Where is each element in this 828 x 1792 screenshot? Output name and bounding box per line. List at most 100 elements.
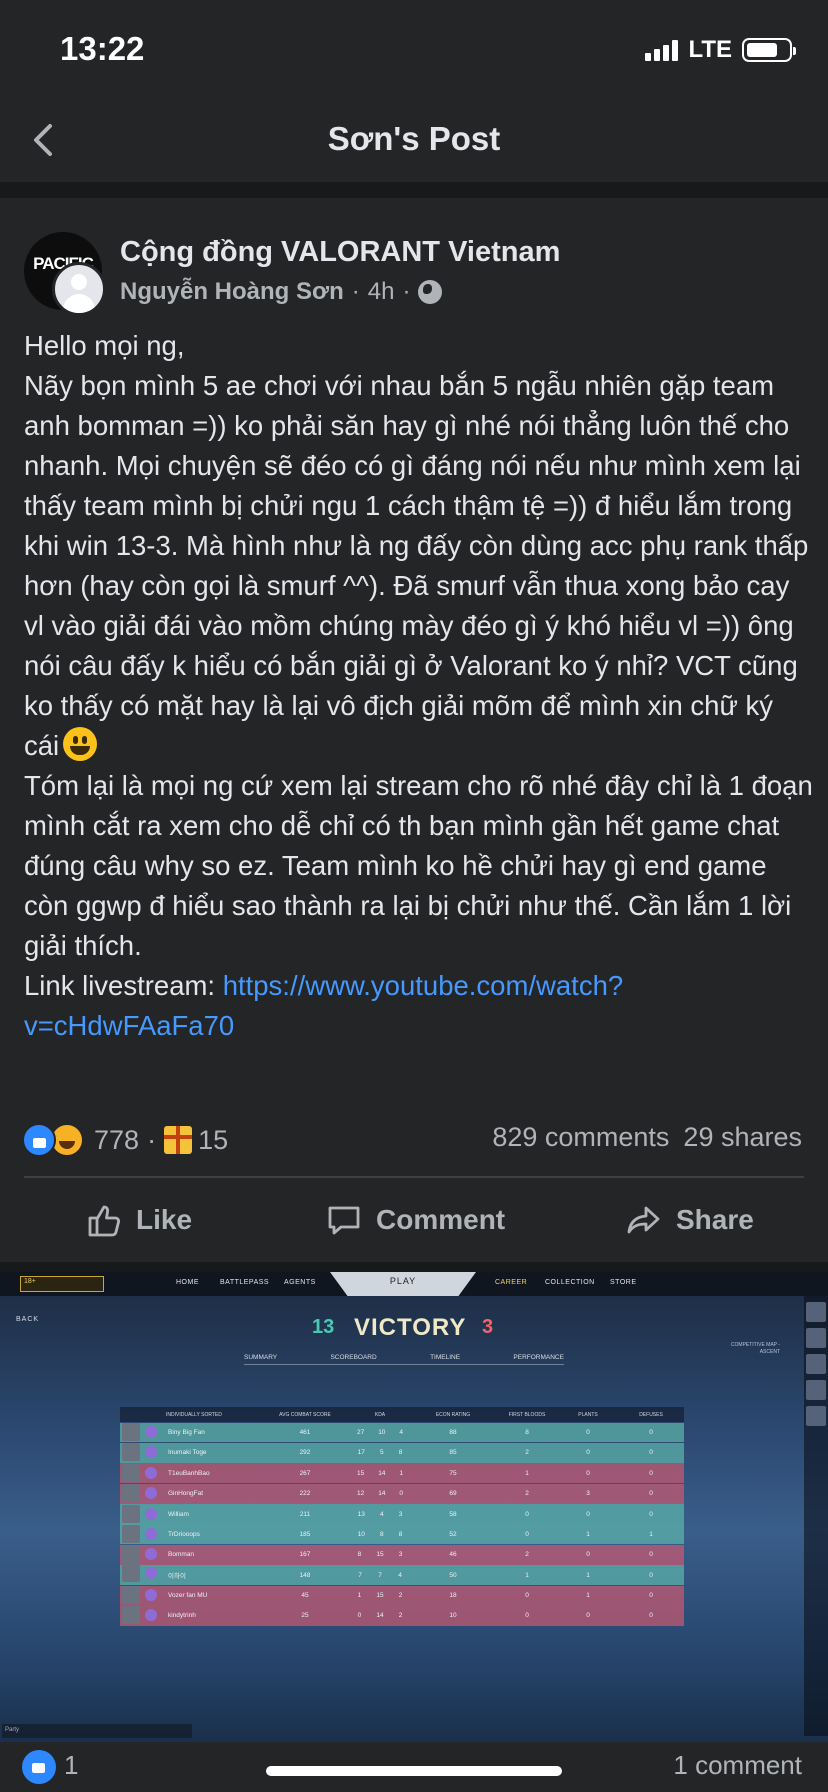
cell-plants: 0 xyxy=(586,1449,590,1457)
game-top-bar: 18+ HOME BATTLEPASS AGENTS PLAY CAREER C… xyxy=(0,1272,828,1296)
cell-acs: 292 xyxy=(299,1449,311,1457)
kda-d: 14 xyxy=(378,1469,386,1477)
cell-econ: 52 xyxy=(449,1530,457,1538)
header-cell: ECON RATING xyxy=(435,1411,471,1418)
cell-name: Bomman xyxy=(120,1545,260,1564)
cell-kda: 10 8 8 xyxy=(350,1531,410,1538)
party-chat: Party xyxy=(2,1724,192,1738)
cell-plants: 1 xyxy=(586,1571,590,1579)
cell-plants: 0 xyxy=(586,1551,590,1559)
share-button[interactable]: Share xyxy=(624,1200,754,1240)
table-row: Biny Big Fan 461 27 10 4 88 8 0 0 xyxy=(120,1422,684,1443)
reaction-summary[interactable]: 778 · 15 xyxy=(22,1120,228,1160)
game-nav-collection: COLLECTION xyxy=(545,1279,595,1286)
cell-econ: 10 xyxy=(449,1612,457,1620)
table-row: kindytrinh 25 0 14 2 10 0 0 0 xyxy=(120,1606,684,1626)
table-row: Inumaki Toge 292 17 5 8 85 2 0 0 xyxy=(120,1442,684,1463)
kda-k: 10 xyxy=(357,1530,365,1538)
kda-a: 3 xyxy=(398,1510,403,1518)
cell-econ: 85 xyxy=(449,1449,457,1457)
game-nav-home: HOME xyxy=(176,1279,199,1286)
cell-name: GinHongFat xyxy=(120,1484,260,1503)
scoreboard-header: INDIVIDUALLY SORTED AVG COMBAT SCORE KDA… xyxy=(120,1407,684,1422)
image-reaction-count[interactable]: 1 xyxy=(64,1750,78,1781)
game-nav-agents: AGENTS xyxy=(284,1279,316,1286)
game-nav-store: STORE xyxy=(610,1279,637,1286)
author-name[interactable]: Nguyễn Hoàng Sơn xyxy=(120,278,344,306)
kda-k: 8 xyxy=(357,1551,362,1559)
cell-kda: 1 15 2 xyxy=(350,1592,410,1599)
cell-plants: 3 xyxy=(586,1490,590,1498)
table-row: Bomman 167 8 15 3 46 2 0 0 xyxy=(120,1544,684,1565)
cell-plants: 0 xyxy=(586,1469,590,1477)
reaction-separator: · xyxy=(147,1124,157,1155)
kda-d: 10 xyxy=(378,1428,386,1436)
kda-d: 15 xyxy=(376,1551,384,1559)
comment-label: Comment xyxy=(376,1204,506,1235)
cell-plants: 0 xyxy=(586,1612,590,1620)
group-name[interactable]: Cộng đồng VALORANT Vietnam xyxy=(120,236,560,269)
cell-defuses: 0 xyxy=(649,1612,653,1620)
table-row: William 211 13 4 3 58 0 0 0 xyxy=(120,1504,684,1524)
game-friends-bar xyxy=(804,1296,828,1736)
share-arrow-icon xyxy=(627,1206,660,1234)
divider xyxy=(24,1176,804,1178)
kda-a: 3 xyxy=(398,1551,403,1559)
cell-acs: 461 xyxy=(299,1428,311,1436)
shares-count[interactable]: 29 shares xyxy=(683,1122,802,1153)
author-avatar[interactable] xyxy=(52,262,106,316)
section-divider xyxy=(0,1262,828,1272)
cell-defuses: 0 xyxy=(649,1551,653,1559)
kda-k: 1 xyxy=(357,1592,362,1600)
cell-fb: 8 xyxy=(525,1428,529,1436)
kda-a: 4 xyxy=(398,1571,402,1579)
kda-d: 14 xyxy=(376,1612,384,1620)
cell-acs: 25 xyxy=(301,1612,309,1620)
section-divider xyxy=(0,184,828,198)
cell-acs: 267 xyxy=(299,1469,311,1477)
thumbs-up-icon xyxy=(88,1205,120,1237)
post-meta: Nguyễn Hoàng Sơn · 4h · xyxy=(120,278,443,306)
cell-name: kindytrinh xyxy=(120,1606,260,1625)
cell-fb: 0 xyxy=(525,1510,529,1518)
network-type: LTE xyxy=(688,36,732,63)
nav-bar: Sơn's Post xyxy=(0,100,828,184)
comment-button[interactable]: Comment xyxy=(324,1200,505,1240)
cell-defuses: 0 xyxy=(649,1449,653,1457)
kda-d: 15 xyxy=(376,1592,384,1600)
header-cell: KDA xyxy=(374,1411,386,1418)
image-comment-count[interactable]: 1 comment xyxy=(673,1750,802,1781)
cell-fb: 1 xyxy=(525,1469,529,1477)
like-label: Like xyxy=(136,1204,193,1235)
post-image-scoreboard[interactable]: 18+ HOME BATTLEPASS AGENTS PLAY CAREER C… xyxy=(0,1272,828,1742)
post-link-line: Link livestream: https://www.youtube.com… xyxy=(24,966,814,1046)
cell-acs: 185 xyxy=(299,1530,311,1538)
cell-plants: 1 xyxy=(586,1530,590,1538)
cell-fb: 0 xyxy=(525,1530,529,1538)
scoreboard-rows: Biny Big Fan 461 27 10 4 88 8 0 0 Inumaki Toge 292… xyxy=(120,1422,684,1626)
kda-k: 7 xyxy=(358,1571,362,1579)
cell-kda: 17 5 8 xyxy=(350,1449,410,1456)
cell-econ: 46 xyxy=(449,1551,457,1559)
gift-icon xyxy=(164,1126,193,1154)
cell-name: Vozer fan MU xyxy=(120,1586,260,1605)
kda-k: 13 xyxy=(357,1510,365,1518)
post-body: Hello mọi ng, Nãy bọn mình 5 ae chơi với… xyxy=(24,326,814,1046)
comments-count[interactable]: 829 comments xyxy=(492,1122,669,1153)
cell-kda: 13 4 3 xyxy=(350,1511,410,1518)
header-cell: PLANTS xyxy=(578,1411,598,1418)
status-time: 13:22 xyxy=(60,30,145,67)
post-time[interactable]: 4h xyxy=(368,278,395,306)
like-button[interactable]: Like xyxy=(84,1200,192,1240)
cell-plants: 1 xyxy=(586,1592,590,1600)
kda-k: 17 xyxy=(357,1449,365,1457)
action-bar: Like Comment Share xyxy=(0,1190,828,1252)
cell-acs: 222 xyxy=(299,1490,311,1498)
cell-fb: 2 xyxy=(525,1449,529,1457)
cell-defuses: 0 xyxy=(649,1490,653,1498)
game-nav-battlepass: BATTLEPASS xyxy=(220,1279,270,1286)
globe-icon xyxy=(418,280,443,304)
cell-defuses: 0 xyxy=(649,1571,653,1579)
kda-a: 4 xyxy=(399,1428,404,1436)
cell-kda: 0 14 2 xyxy=(350,1612,410,1619)
